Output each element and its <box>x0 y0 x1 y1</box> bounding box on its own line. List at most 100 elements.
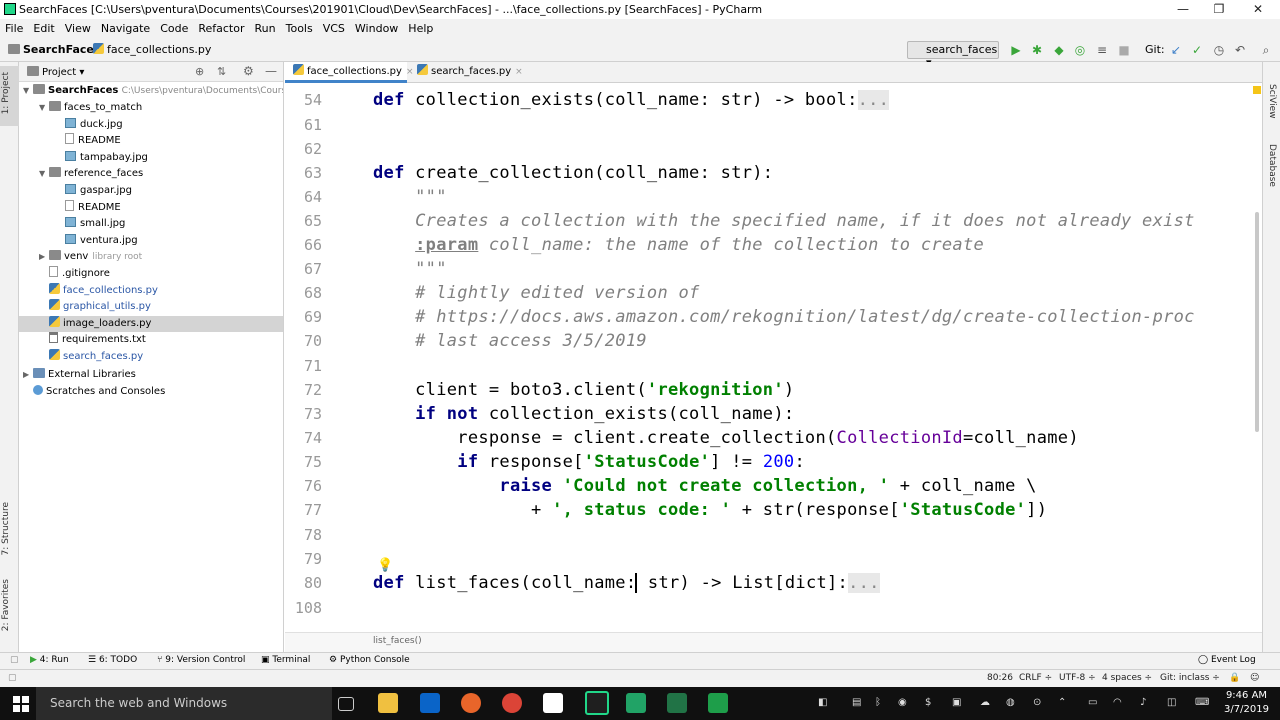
vcs-commit-icon[interactable]: ✓ <box>1190 43 1204 57</box>
tray-icon[interactable]: ◍ <box>1006 697 1015 708</box>
vcs-update-icon[interactable]: ↙ <box>1169 43 1183 57</box>
tree-item[interactable]: duck.jpg <box>19 117 283 133</box>
keyboard-icon[interactable]: ⌨ <box>1195 697 1209 708</box>
tree-item[interactable]: ▼ reference_faces <box>19 166 283 182</box>
tray-icon[interactable]: ▣ <box>952 697 961 708</box>
menu-file[interactable]: File <box>0 19 28 36</box>
lightbulb-icon[interactable]: 💡 <box>377 558 393 573</box>
nav-crumb-project[interactable]: SearchFaces <box>8 43 100 56</box>
taskbar-clock[interactable]: 9:46 AM 3/7/2019 <box>1219 689 1274 717</box>
line-number[interactable]: 78 <box>282 526 322 544</box>
tree-item[interactable]: ventura.jpg <box>19 233 283 249</box>
tree-item[interactable]: gaspar.jpg <box>19 183 283 199</box>
code-editor[interactable]: def collection_exists(coll_name: str) ->… <box>373 84 1255 632</box>
inspector-icon[interactable]: ☺ <box>1250 673 1259 683</box>
chevron-up-icon[interactable]: ⌃ <box>1058 697 1066 708</box>
tray-icon[interactable]: $ <box>925 697 931 708</box>
menu-window[interactable]: Window <box>350 19 403 36</box>
tree-item[interactable]: README <box>19 133 283 149</box>
line-separator[interactable]: CRLF ÷ <box>1019 673 1052 683</box>
tree-scratches[interactable]: Scratches and Consoles <box>33 384 165 400</box>
chrome-icon[interactable] <box>502 693 522 713</box>
task-view-icon[interactable] <box>338 697 354 711</box>
project-view-select[interactable]: Project ▾ <box>27 66 84 78</box>
hide-panel-icon[interactable]: — <box>265 64 277 78</box>
line-number[interactable]: 80 <box>282 574 322 592</box>
run-configuration-select[interactable]: search_faces ▾ <box>907 41 999 69</box>
line-number[interactable]: 69 <box>282 308 322 326</box>
locate-icon[interactable]: ⊕ <box>195 65 204 78</box>
line-number[interactable]: 73 <box>282 405 322 423</box>
excel-icon[interactable] <box>667 693 687 713</box>
line-number[interactable]: 67 <box>282 260 322 278</box>
line-number[interactable]: 74 <box>282 429 322 447</box>
tree-external-libraries[interactable]: ▶ External Libraries <box>23 367 136 383</box>
search-everywhere-icon[interactable]: ⌕ <box>1259 43 1273 57</box>
tool-window-version-control[interactable]: ⑂ 9: Version Control <box>157 655 245 665</box>
restore-button[interactable]: ❐ <box>1199 0 1239 19</box>
tray-icon[interactable]: ◉ <box>898 697 907 708</box>
app-icon[interactable] <box>708 693 728 713</box>
menu-help[interactable]: Help <box>403 19 438 36</box>
chevron-right-icon[interactable]: ▶ <box>39 249 49 265</box>
line-number[interactable]: 75 <box>282 453 322 471</box>
analysis-status-icon[interactable] <box>1253 86 1261 94</box>
tree-item[interactable]: .gitignore <box>19 266 283 282</box>
menu-refactor[interactable]: Refactor <box>193 19 249 36</box>
gear-icon[interactable]: ⚙ <box>243 64 254 78</box>
tray-icon[interactable]: ◧ <box>818 697 827 708</box>
concurrency-icon[interactable]: ≡ <box>1095 43 1109 57</box>
line-number[interactable]: 108 <box>282 599 322 617</box>
tool-windows-icon[interactable]: ▢ <box>10 655 19 665</box>
tree-item[interactable]: search_faces.py <box>19 349 283 365</box>
pycharm-taskbar-icon[interactable] <box>585 691 609 715</box>
wifi-icon[interactable]: ◠ <box>1113 697 1122 708</box>
line-number[interactable]: 66 <box>282 236 322 254</box>
line-number[interactable]: 76 <box>282 477 322 495</box>
tree-root[interactable]: ▼ SearchFaces C:\Users\pventura\Documents… <box>23 83 283 99</box>
cloud-icon[interactable]: ☁ <box>980 697 990 708</box>
menu-code[interactable]: Code <box>155 19 193 36</box>
stop-icon[interactable]: ■ <box>1117 43 1131 57</box>
database-tool-button[interactable]: Database <box>1267 144 1277 187</box>
vcs-rollback-icon[interactable]: ↶ <box>1233 43 1247 57</box>
line-number[interactable]: 65 <box>282 212 322 230</box>
line-number[interactable]: 79 <box>282 550 322 568</box>
tray-icon[interactable]: ▤ <box>852 697 861 708</box>
volume-icon[interactable]: ♪ <box>1140 697 1146 708</box>
caret-position[interactable]: 80:26 <box>987 673 1013 683</box>
tree-item[interactable]: requirements.txt <box>19 332 283 348</box>
tray-icon[interactable]: ◫ <box>1167 697 1176 708</box>
tool-window-todo[interactable]: ☰ 6: TODO <box>88 655 137 665</box>
line-number[interactable]: 68 <box>282 284 322 302</box>
vcs-history-icon[interactable]: ◷ <box>1212 43 1226 57</box>
indent-setting[interactable]: 4 spaces ÷ <box>1102 673 1152 683</box>
menu-edit[interactable]: Edit <box>28 19 59 36</box>
bluetooth-icon[interactable]: ᛒ <box>875 697 881 708</box>
folded-code[interactable]: ... <box>857 90 890 110</box>
line-number[interactable]: 71 <box>282 357 322 375</box>
app-icon[interactable] <box>626 693 646 713</box>
tray-icon[interactable]: ⊙ <box>1033 697 1041 708</box>
favorites-tool-button[interactable]: 2: Favorites <box>1 579 11 631</box>
profile-icon[interactable]: ◎ <box>1073 43 1087 57</box>
collapse-all-icon[interactable]: ⇅ <box>217 65 226 78</box>
tree-item[interactable]: ▼ faces_to_match <box>19 100 283 116</box>
line-number[interactable]: 72 <box>282 381 322 399</box>
chevron-down-icon[interactable]: ▼ <box>39 166 49 182</box>
breadcrumb-function[interactable]: list_faces() <box>373 636 422 646</box>
menu-tools[interactable]: Tools <box>281 19 318 36</box>
tab-face-collections[interactable]: face_collections.py × <box>285 62 413 83</box>
line-number[interactable]: 77 <box>282 501 322 519</box>
line-number[interactable]: 62 <box>282 140 322 158</box>
tree-item[interactable]: tampabay.jpg <box>19 150 283 166</box>
folded-code[interactable]: ... <box>848 573 880 593</box>
taskbar-search-box[interactable]: Search the web and Windows <box>36 687 332 720</box>
run-icon[interactable]: ▶ <box>1009 43 1023 57</box>
tool-window-terminal[interactable]: ▣ Terminal <box>261 655 310 665</box>
structure-tool-button[interactable]: 7: Structure <box>1 502 11 556</box>
tree-item[interactable]: image_loaders.py <box>19 315 283 332</box>
minimize-button[interactable]: — <box>1163 0 1203 19</box>
battery-icon[interactable]: ▭ <box>1088 697 1097 708</box>
file-explorer-icon[interactable] <box>378 693 398 713</box>
